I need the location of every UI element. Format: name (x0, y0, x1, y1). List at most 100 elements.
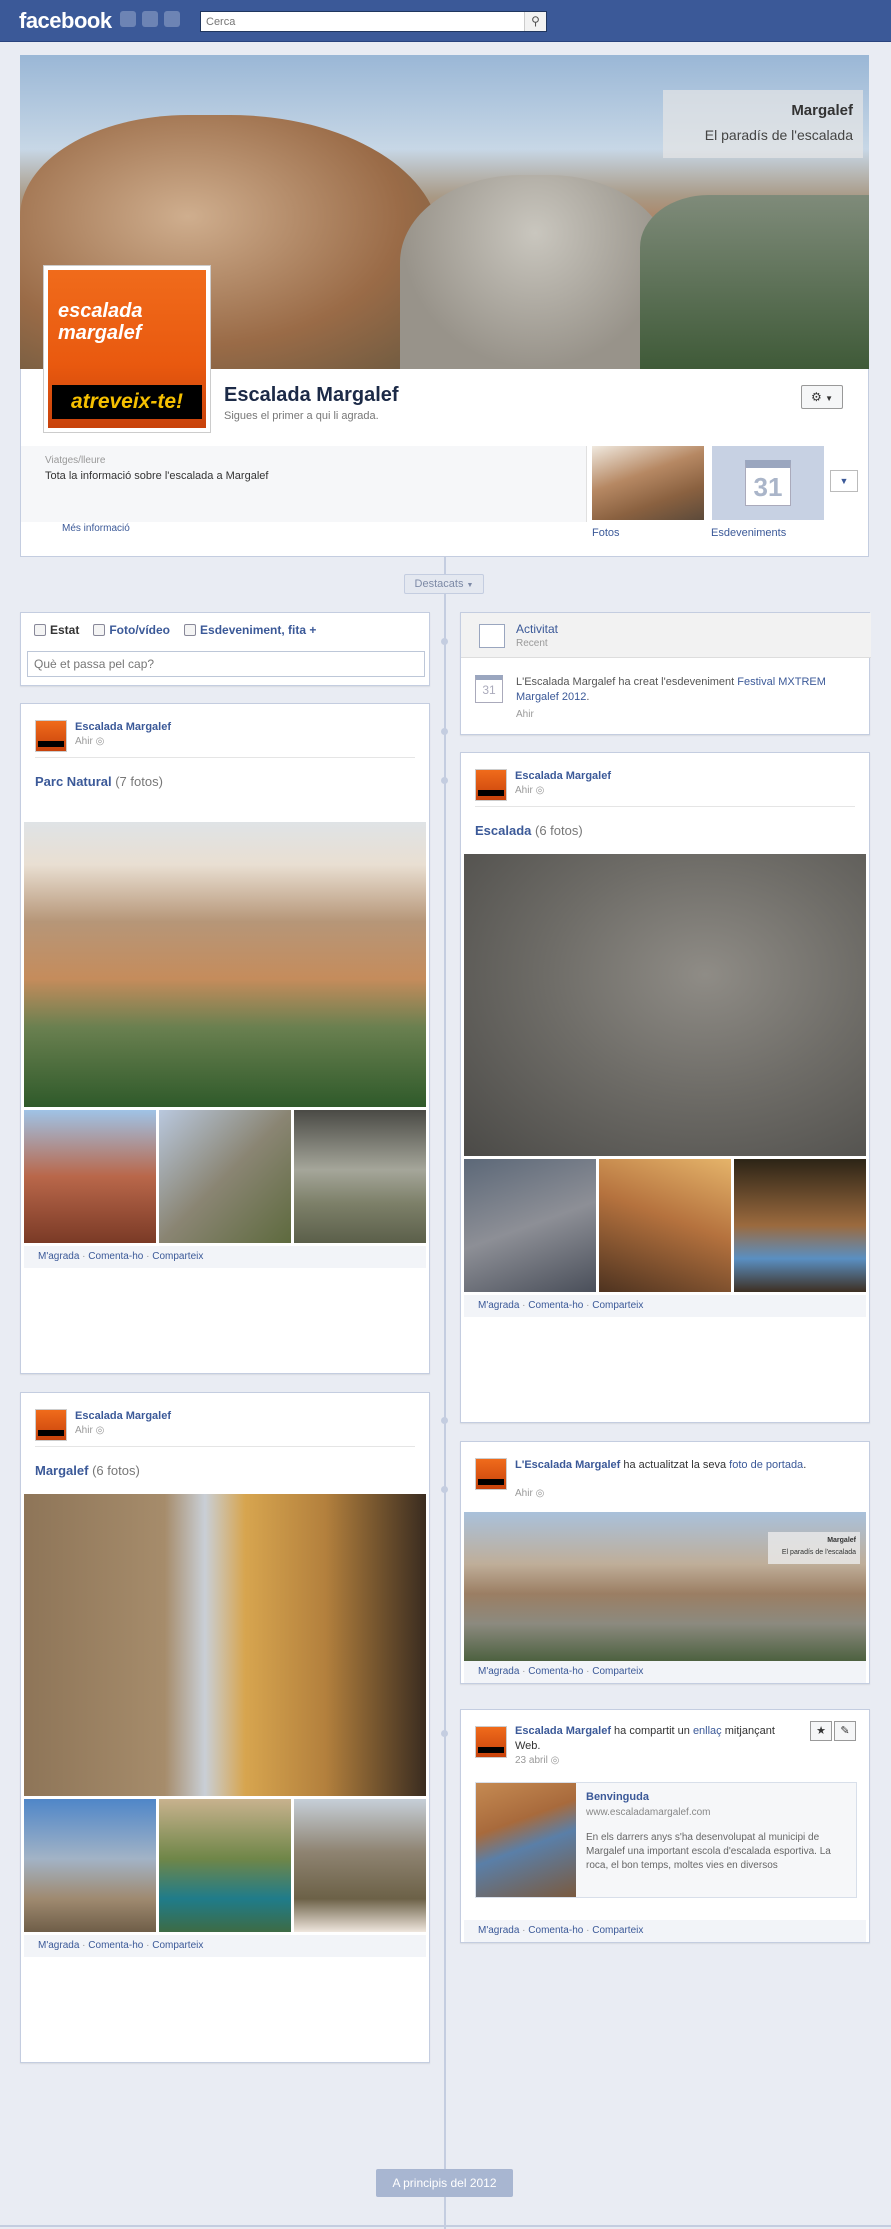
post-time: Ahir ◎ (515, 1488, 544, 1499)
profile-picture[interactable]: escalada margalef atreveix-te! (43, 265, 211, 433)
link-title[interactable]: Benvinguda (586, 1791, 649, 1803)
timeline-period-label[interactable]: A principis del 2012 (376, 2169, 513, 2197)
facebook-logo[interactable]: facebook (19, 8, 112, 34)
share-link[interactable]: Comparteix (592, 1666, 643, 1677)
avatar[interactable] (35, 720, 67, 752)
gear-button[interactable]: ⚙ ▼ (801, 385, 843, 409)
like-link[interactable]: M'agrada (478, 1666, 519, 1677)
photos-tab-label[interactable]: Fotos (592, 527, 620, 539)
edit-button[interactable]: ✎ (834, 1721, 856, 1741)
post-escalada: Escalada Margalef Ahir ◎ Escalada (6 fot… (460, 752, 870, 1423)
cover-photo-preview[interactable]: Margalef El paradís de l'escalada (464, 1512, 866, 1661)
share-link[interactable]: Comparteix (152, 1940, 203, 1951)
album-main-photo[interactable] (24, 822, 426, 1107)
calendar-icon: 31 (475, 675, 503, 703)
share-link[interactable]: Comparteix (592, 1300, 643, 1311)
link-url: www.escaladamargalef.com (586, 1807, 711, 1818)
events-tab-thumbnail[interactable]: 31 (712, 446, 824, 520)
cover-rock-right (400, 175, 670, 369)
post-actions: M'agrada · Comenta-ho · Comparteix (464, 1920, 866, 1942)
post-author[interactable]: Escalada Margalef (515, 770, 611, 782)
album-photo[interactable] (599, 1159, 731, 1292)
star-button[interactable]: ★ (810, 1721, 832, 1741)
timeline-dot (441, 777, 448, 784)
comment-link[interactable]: Comenta-ho (528, 1666, 583, 1677)
tab-status[interactable]: Estat (34, 623, 79, 637)
like-link[interactable]: M'agrada (478, 1300, 519, 1311)
post-text: L'Escalada Margalef ha actualitzat la se… (515, 1458, 845, 1473)
globe-icon: ◎ (535, 1488, 545, 1499)
page-description: Tota la informació sobre l'escalada a Ma… (45, 470, 269, 482)
timeline-dot (441, 638, 448, 645)
more-tabs-button[interactable]: ▼ (830, 470, 858, 492)
album-photo[interactable] (294, 1799, 426, 1932)
album-photo[interactable] (24, 1110, 156, 1243)
album-title[interactable]: Parc Natural (7 fotos) (35, 774, 163, 789)
separator-dot: · (586, 1925, 590, 1936)
comment-link[interactable]: Comenta-ho (528, 1300, 583, 1311)
post-actions: M'agrada · Comenta-ho · Comparteix (464, 1295, 866, 1317)
comment-link[interactable]: Comenta-ho (88, 1940, 143, 1951)
like-link[interactable]: M'agrada (478, 1925, 519, 1936)
post-margalef: Escalada Margalef Ahir ◎ Margalef (6 fot… (20, 1392, 430, 2063)
separator-dot: · (146, 1251, 150, 1262)
activity-text-pre: L'Escalada Margalef ha creat l'esdevenim… (516, 676, 738, 688)
link-link[interactable]: enllaç (693, 1725, 722, 1737)
comment-link[interactable]: Comenta-ho (88, 1251, 143, 1262)
activity-title[interactable]: Activitat (516, 622, 558, 636)
like-link[interactable]: M'agrada (38, 1940, 79, 1951)
avatar[interactable] (475, 769, 507, 801)
album-photo[interactable] (159, 1110, 291, 1243)
cover-caption-title: Margalef (791, 102, 853, 119)
post-author[interactable]: L'Escalada Margalef (515, 1459, 620, 1471)
album-main-photo[interactable] (464, 854, 866, 1156)
post-time: Ahir ◎ (515, 785, 544, 796)
highlights-dropdown[interactable]: Destacats ▼ (404, 574, 484, 594)
photos-tab-thumbnail[interactable] (592, 446, 704, 520)
post-author[interactable]: Escalada Margalef (515, 1725, 611, 1737)
activity-text-post: . (586, 691, 590, 703)
album-count: (6 fotos) (535, 823, 583, 838)
notifications-icon[interactable] (164, 11, 180, 27)
search-input[interactable] (201, 12, 521, 31)
top-bar: facebook ⚲ (0, 0, 891, 42)
events-tab-label[interactable]: Esdeveniments (711, 527, 786, 539)
avatar-logo: escalada margalef atreveix-te! (48, 270, 206, 428)
status-input[interactable]: Què et passa pel cap? (27, 651, 425, 677)
messages-icon[interactable] (142, 11, 158, 27)
album-main-photo[interactable] (24, 1494, 426, 1796)
album-photo[interactable] (464, 1159, 596, 1292)
activity-card: Activitat Recent 31 L'Escalada Margalef … (460, 612, 871, 735)
post-parc-natural: Escalada Margalef Ahir ◎ Parc Natural (7… (20, 703, 430, 1374)
tab-photo-video[interactable]: Foto/vídeo (93, 623, 170, 637)
highlights-label: Destacats (414, 578, 464, 590)
post-author[interactable]: Escalada Margalef (75, 721, 171, 733)
avatar[interactable] (35, 1409, 67, 1441)
separator-dot: · (522, 1925, 526, 1936)
album-photo[interactable] (734, 1159, 866, 1292)
search-icon[interactable]: ⚲ (524, 12, 546, 31)
avatar[interactable] (475, 1458, 507, 1490)
cover-photo-link[interactable]: foto de portada (729, 1459, 803, 1471)
link-preview[interactable]: Benvinguda www.escaladamargalef.com En e… (475, 1782, 857, 1898)
page-title[interactable]: Escalada Margalef (224, 384, 399, 407)
more-info-link[interactable]: Més informació (62, 523, 130, 534)
album-photo[interactable] (294, 1110, 426, 1243)
share-link[interactable]: Comparteix (592, 1925, 643, 1936)
tab-event[interactable]: Esdeveniment, fita + (184, 623, 316, 637)
album-photo[interactable] (159, 1799, 291, 1932)
like-link[interactable]: M'agrada (38, 1251, 79, 1262)
post-author[interactable]: Escalada Margalef (75, 1410, 171, 1422)
post-shared-link: Escalada Margalef ha compartit un enllaç… (460, 1709, 870, 1943)
comment-link[interactable]: Comenta-ho (528, 1925, 583, 1936)
tab-event-label: Esdeveniment, fita + (200, 623, 317, 637)
album-photo[interactable] (24, 1799, 156, 1932)
chevron-down-icon: ▼ (466, 582, 474, 589)
globe-icon: ◎ (535, 785, 545, 796)
friend-requests-icon[interactable] (120, 11, 136, 27)
share-link[interactable]: Comparteix (152, 1251, 203, 1262)
avatar[interactable] (475, 1726, 507, 1758)
album-title[interactable]: Margalef (6 fotos) (35, 1463, 140, 1478)
album-title[interactable]: Escalada (6 fotos) (475, 823, 583, 838)
post-time-text: Ahir (515, 1488, 533, 1499)
